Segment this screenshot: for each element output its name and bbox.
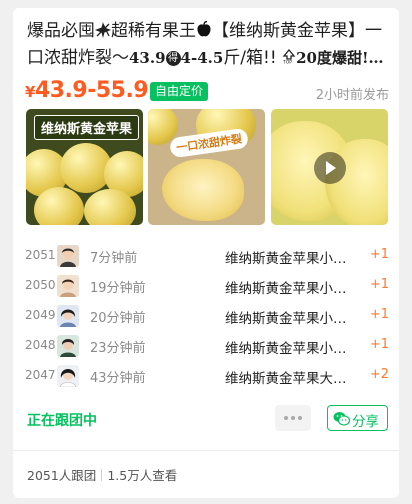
avatar <box>57 335 79 357</box>
currency-symbol: ¥ <box>25 83 35 101</box>
joined-count: 2051人跟团 <box>27 468 97 483</box>
order-number: 2047 <box>25 368 56 382</box>
title-circle-char: 得 <box>165 51 181 66</box>
separator <box>101 469 103 481</box>
title-part-f: 斤/箱!! <box>223 48 283 68</box>
order-list: 2051 7分钟前 维纳斯黄金苹果小… +1 2050 19分钟前 维纳斯黄金苹… <box>25 242 389 392</box>
order-row[interactable]: 2047 43分钟前 维纳斯黄金苹果大… +2 <box>25 362 389 392</box>
image-gallery: 维纳斯黄金苹果 一口浓甜炸裂 <box>26 109 388 225</box>
order-product: 维纳斯黄金苹果小… <box>225 251 347 267</box>
posted-time: 2小时前发布 <box>315 88 389 103</box>
price-value: 43.9-55.9 <box>34 78 149 103</box>
price-range: ¥43.9-55.9 <box>25 78 149 103</box>
order-time: 7分钟前 <box>90 251 138 266</box>
title-part-a: 爆品必囤 <box>27 21 95 41</box>
avatar <box>57 275 79 297</box>
following-status: 正在跟团中 <box>27 413 97 429</box>
play-icon <box>326 161 336 175</box>
order-time: 43分钟前 <box>90 371 146 386</box>
more-button[interactable] <box>275 405 311 431</box>
order-quantity: +1 <box>369 337 389 352</box>
order-number: 2050 <box>25 278 56 292</box>
order-row[interactable]: 2049 20分钟前 维纳斯黄金苹果小… +1 <box>25 302 389 332</box>
avatar <box>57 365 79 387</box>
play-button[interactable] <box>314 152 346 184</box>
apple-icon <box>197 20 211 37</box>
sparkle-icon <box>95 22 111 38</box>
order-row[interactable]: 2050 19分钟前 维纳斯黄金苹果小… +1 <box>25 272 389 302</box>
product-video-thumb[interactable] <box>271 109 388 225</box>
avatar <box>57 305 79 327</box>
group-buy-card[interactable]: 爆品必囤 超稀有果王 【维纳斯黄金苹果】一口浓甜炸裂～43.9 得 4-4.5斤/箱!!… <box>13 8 399 498</box>
footer-stats: 2051人跟团 1.5万人查看 <box>27 465 177 484</box>
dot-icon <box>298 416 302 420</box>
order-time: 20分钟前 <box>90 311 146 326</box>
free-pricing-badge: 自由定价 <box>150 82 209 101</box>
image-label: 一口浓甜炸裂 <box>168 127 250 159</box>
apple-shape <box>84 189 136 225</box>
order-number: 2049 <box>25 308 56 322</box>
image-label: 维纳斯黄金苹果 <box>34 115 140 140</box>
order-row[interactable]: 2051 7分钟前 维纳斯黄金苹果小… +1 <box>25 242 389 272</box>
order-number: 2048 <box>25 338 56 352</box>
product-image-2[interactable]: 一口浓甜炸裂 <box>148 109 265 225</box>
dot-icon <box>291 416 295 420</box>
order-number: 2051 <box>25 248 56 262</box>
title-part-b: 超稀有果王 <box>111 21 196 41</box>
order-product: 维纳斯黄金苹果大… <box>225 371 347 387</box>
title-part-g: 20度爆甜!… <box>296 49 384 67</box>
dot-icon <box>284 416 288 420</box>
title-price-start: 43.9 <box>129 49 166 67</box>
order-time: 23分钟前 <box>90 341 146 356</box>
top-arrow-icon: TOP <box>282 48 296 66</box>
order-product: 维纳斯黄金苹果小… <box>225 281 347 297</box>
title-weight: 4-4.5 <box>180 49 224 67</box>
apple-shape <box>34 187 84 225</box>
post-title[interactable]: 爆品必囤 超稀有果王 【维纳斯黄金苹果】一口浓甜炸裂～43.9 得 4-4.5斤/箱!!… <box>27 18 389 72</box>
product-image-1[interactable]: 维纳斯黄金苹果 <box>26 109 143 225</box>
order-quantity: +1 <box>369 307 389 322</box>
divider <box>13 450 399 451</box>
apple-half-shape <box>162 159 244 221</box>
share-label: 分享 <box>352 414 379 430</box>
wechat-icon <box>333 412 350 426</box>
view-count: 1.5万人查看 <box>107 468 178 483</box>
order-quantity: +2 <box>369 367 389 382</box>
order-product: 维纳斯黄金苹果小… <box>225 341 347 357</box>
share-button[interactable]: 分享 <box>327 405 388 431</box>
price-row: ¥43.9-55.9 自由定价 2小时前发布 <box>25 78 389 104</box>
order-quantity: +1 <box>369 277 389 292</box>
order-product: 维纳斯黄金苹果小… <box>225 311 347 327</box>
order-quantity: +1 <box>369 247 389 262</box>
order-row[interactable]: 2048 23分钟前 维纳斯黄金苹果小… +1 <box>25 332 389 362</box>
avatar <box>57 245 79 267</box>
svg-text:TOP: TOP <box>282 60 292 65</box>
order-time: 19分钟前 <box>90 281 146 296</box>
